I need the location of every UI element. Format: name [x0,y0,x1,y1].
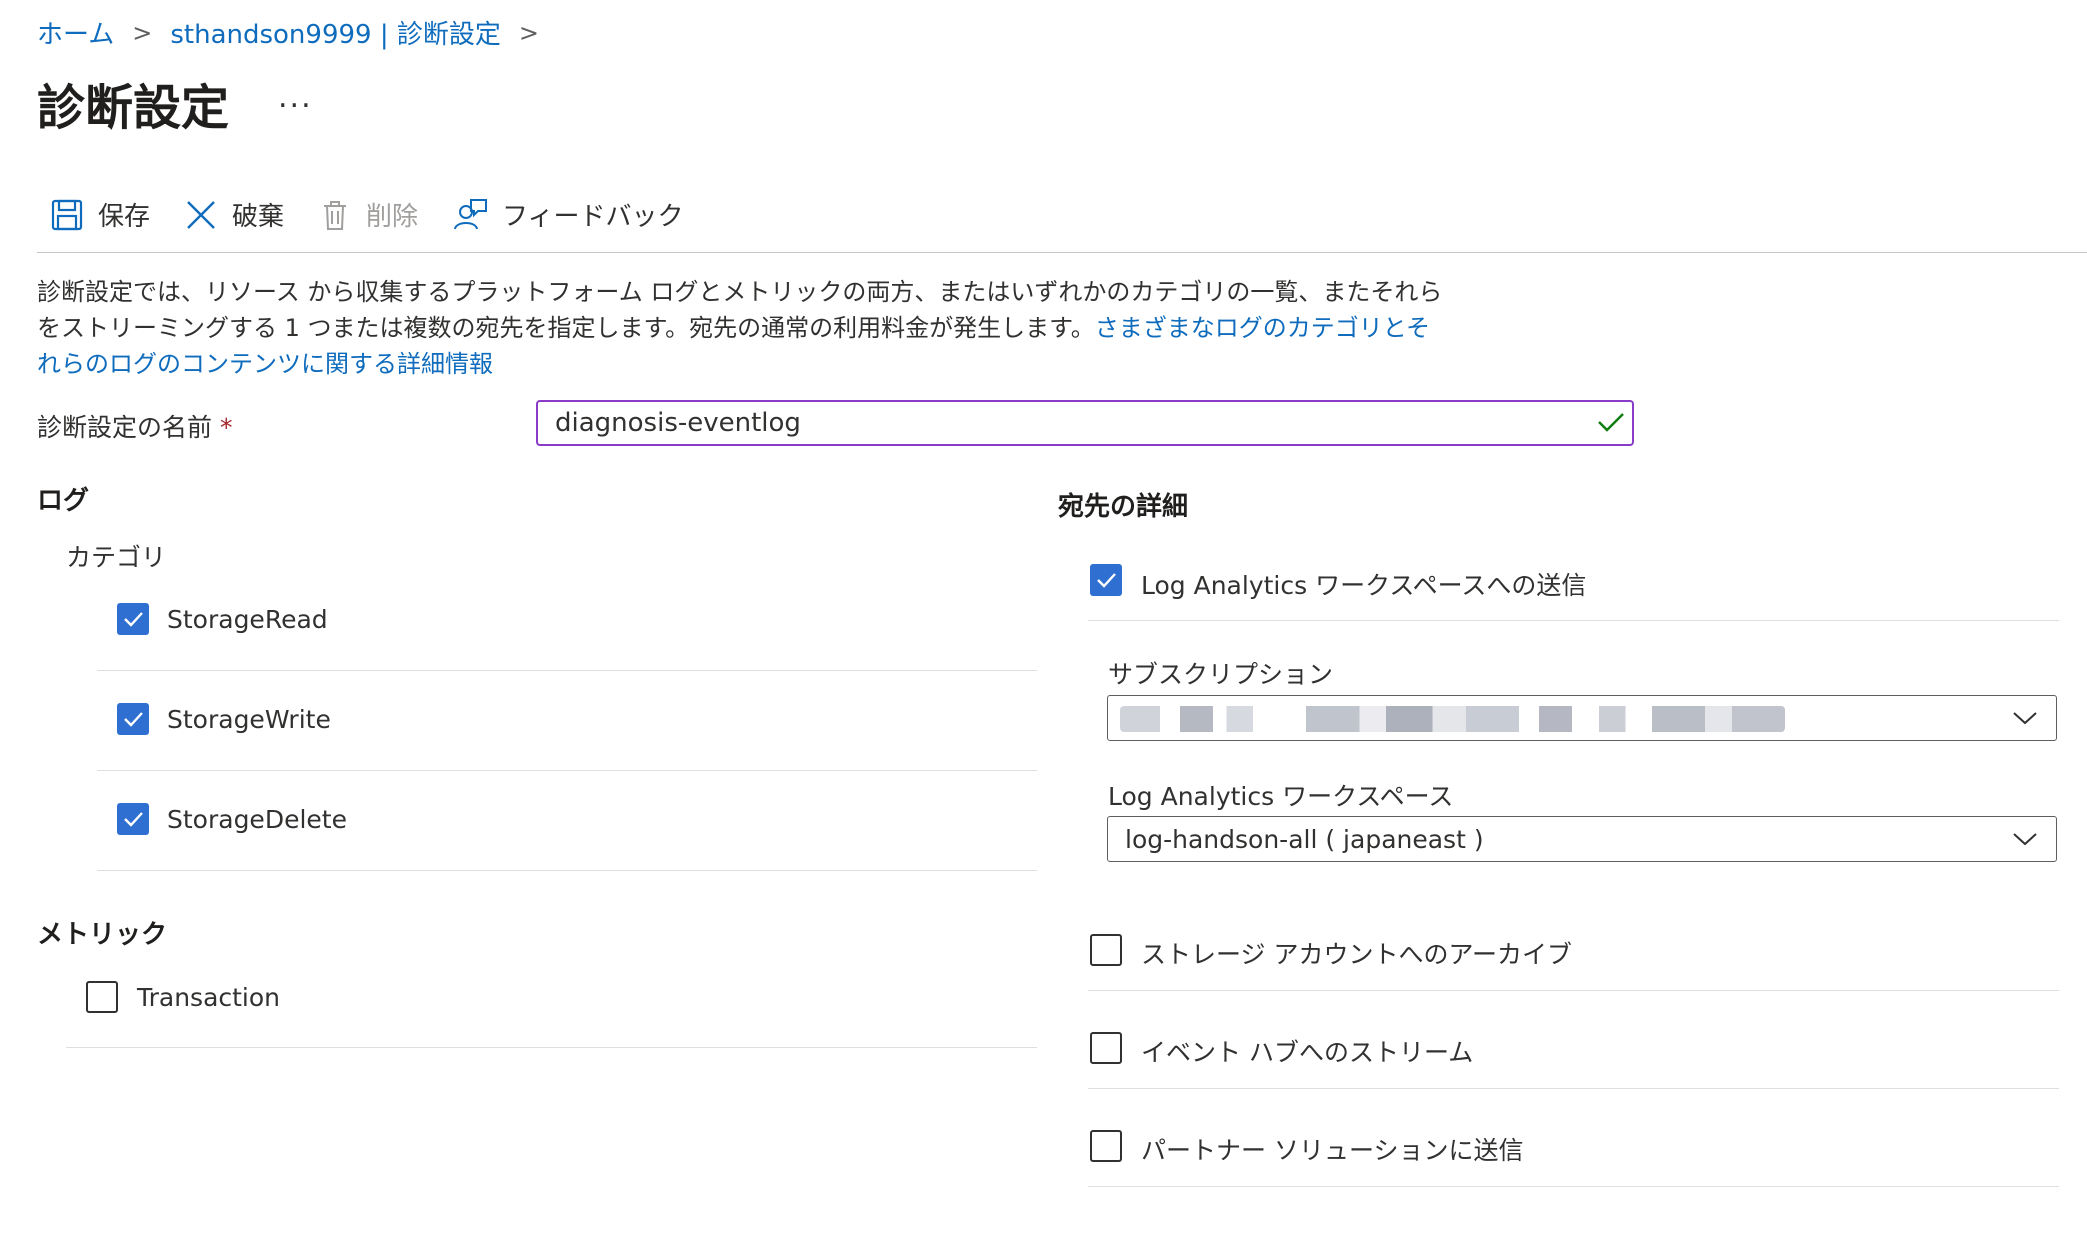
category-label: カテゴリ [66,543,167,572]
discard-label: 破棄 [232,202,285,232]
divider [1088,620,2059,621]
checkmark-icon [1598,413,1624,432]
delete-label: 削除 [366,202,419,232]
toolbar-divider [37,252,2087,253]
chevron-down-icon [2013,712,2037,725]
divider [1088,1186,2059,1187]
log-analytics-checkbox[interactable] [1090,564,1122,596]
checkmark-icon [124,712,143,727]
save-icon [51,199,83,230]
storage-write-label: StorageWrite [167,705,331,734]
metrics-heading: メトリック [37,920,168,950]
redacted-value [1120,706,1785,732]
divider [1088,990,2059,991]
more-options-button[interactable]: ... [278,80,313,115]
name-field-label: 診断設定の名前 * [37,408,232,444]
divider [97,670,1037,671]
workspace-value: log-handson-all ( japaneast ) [1125,825,1484,854]
command-bar: 保存 破棄 削除 フィードバック [50,196,718,233]
checkmark-icon [124,612,143,627]
delete-button[interactable]: 削除 [318,196,418,233]
divider [1088,1088,2059,1089]
breadcrumb: ホーム > sthandson9999 | 診断設定 > [37,14,539,51]
workspace-label: Log Analytics ワークスペース [1108,782,1454,811]
transaction-label: Transaction [137,983,281,1012]
chevron-down-icon [2013,833,2037,846]
subscription-label: サブスクリプション [1108,660,1334,689]
trash-icon [324,200,347,230]
save-label: 保存 [98,202,151,232]
storage-read-label: StorageRead [167,605,328,634]
storage-read-checkbox[interactable] [117,603,149,635]
partner-solution-checkbox[interactable] [1090,1130,1122,1162]
checkmark-icon [1097,573,1116,588]
close-icon [187,200,215,229]
partner-solution-label: パートナー ソリューションに送信 [1141,1136,1524,1165]
name-field-label-text: 診断設定の名前 [37,413,213,442]
divider [97,870,1037,871]
storage-delete-checkbox[interactable] [117,803,149,835]
divider [66,1047,1037,1048]
save-button[interactable]: 保存 [50,196,150,233]
page-title: 診断設定 [37,80,230,136]
chevron-right-icon: > [132,18,153,47]
breadcrumb-resource[interactable]: sthandson9999 | 診断設定 [170,14,501,51]
storage-account-label: ストレージ アカウントへのアーカイブ [1141,940,1572,969]
name-input-value: diagnosis-eventlog [555,408,801,438]
destination-heading: 宛先の詳細 [1058,492,1189,522]
checkmark-icon [124,812,143,827]
feedback-label: フィードバック [502,202,684,232]
logs-heading: ログ [37,486,90,516]
storage-delete-label: StorageDelete [167,805,347,834]
divider [97,770,1037,771]
log-analytics-label: Log Analytics ワークスペースへの送信 [1141,571,1587,600]
feedback-button[interactable]: フィードバック [452,196,684,233]
storage-write-checkbox[interactable] [117,703,149,735]
required-mark: * [219,413,233,442]
workspace-dropdown[interactable]: log-handson-all ( japaneast ) [1107,816,2057,862]
event-hub-label: イベント ハブへのストリーム [1141,1038,1474,1067]
event-hub-checkbox[interactable] [1090,1032,1122,1064]
storage-account-checkbox[interactable] [1090,934,1122,966]
discard-button[interactable]: 破棄 [184,196,284,233]
transaction-checkbox[interactable] [86,981,118,1013]
breadcrumb-home[interactable]: ホーム [37,14,114,51]
feedback-icon [454,198,488,229]
description: 診断設定では、リソース から収集するプラットフォーム ログとメトリックの両方、ま… [37,274,1447,382]
subscription-dropdown[interactable] [1107,695,2057,741]
chevron-right-icon: > [518,18,539,47]
